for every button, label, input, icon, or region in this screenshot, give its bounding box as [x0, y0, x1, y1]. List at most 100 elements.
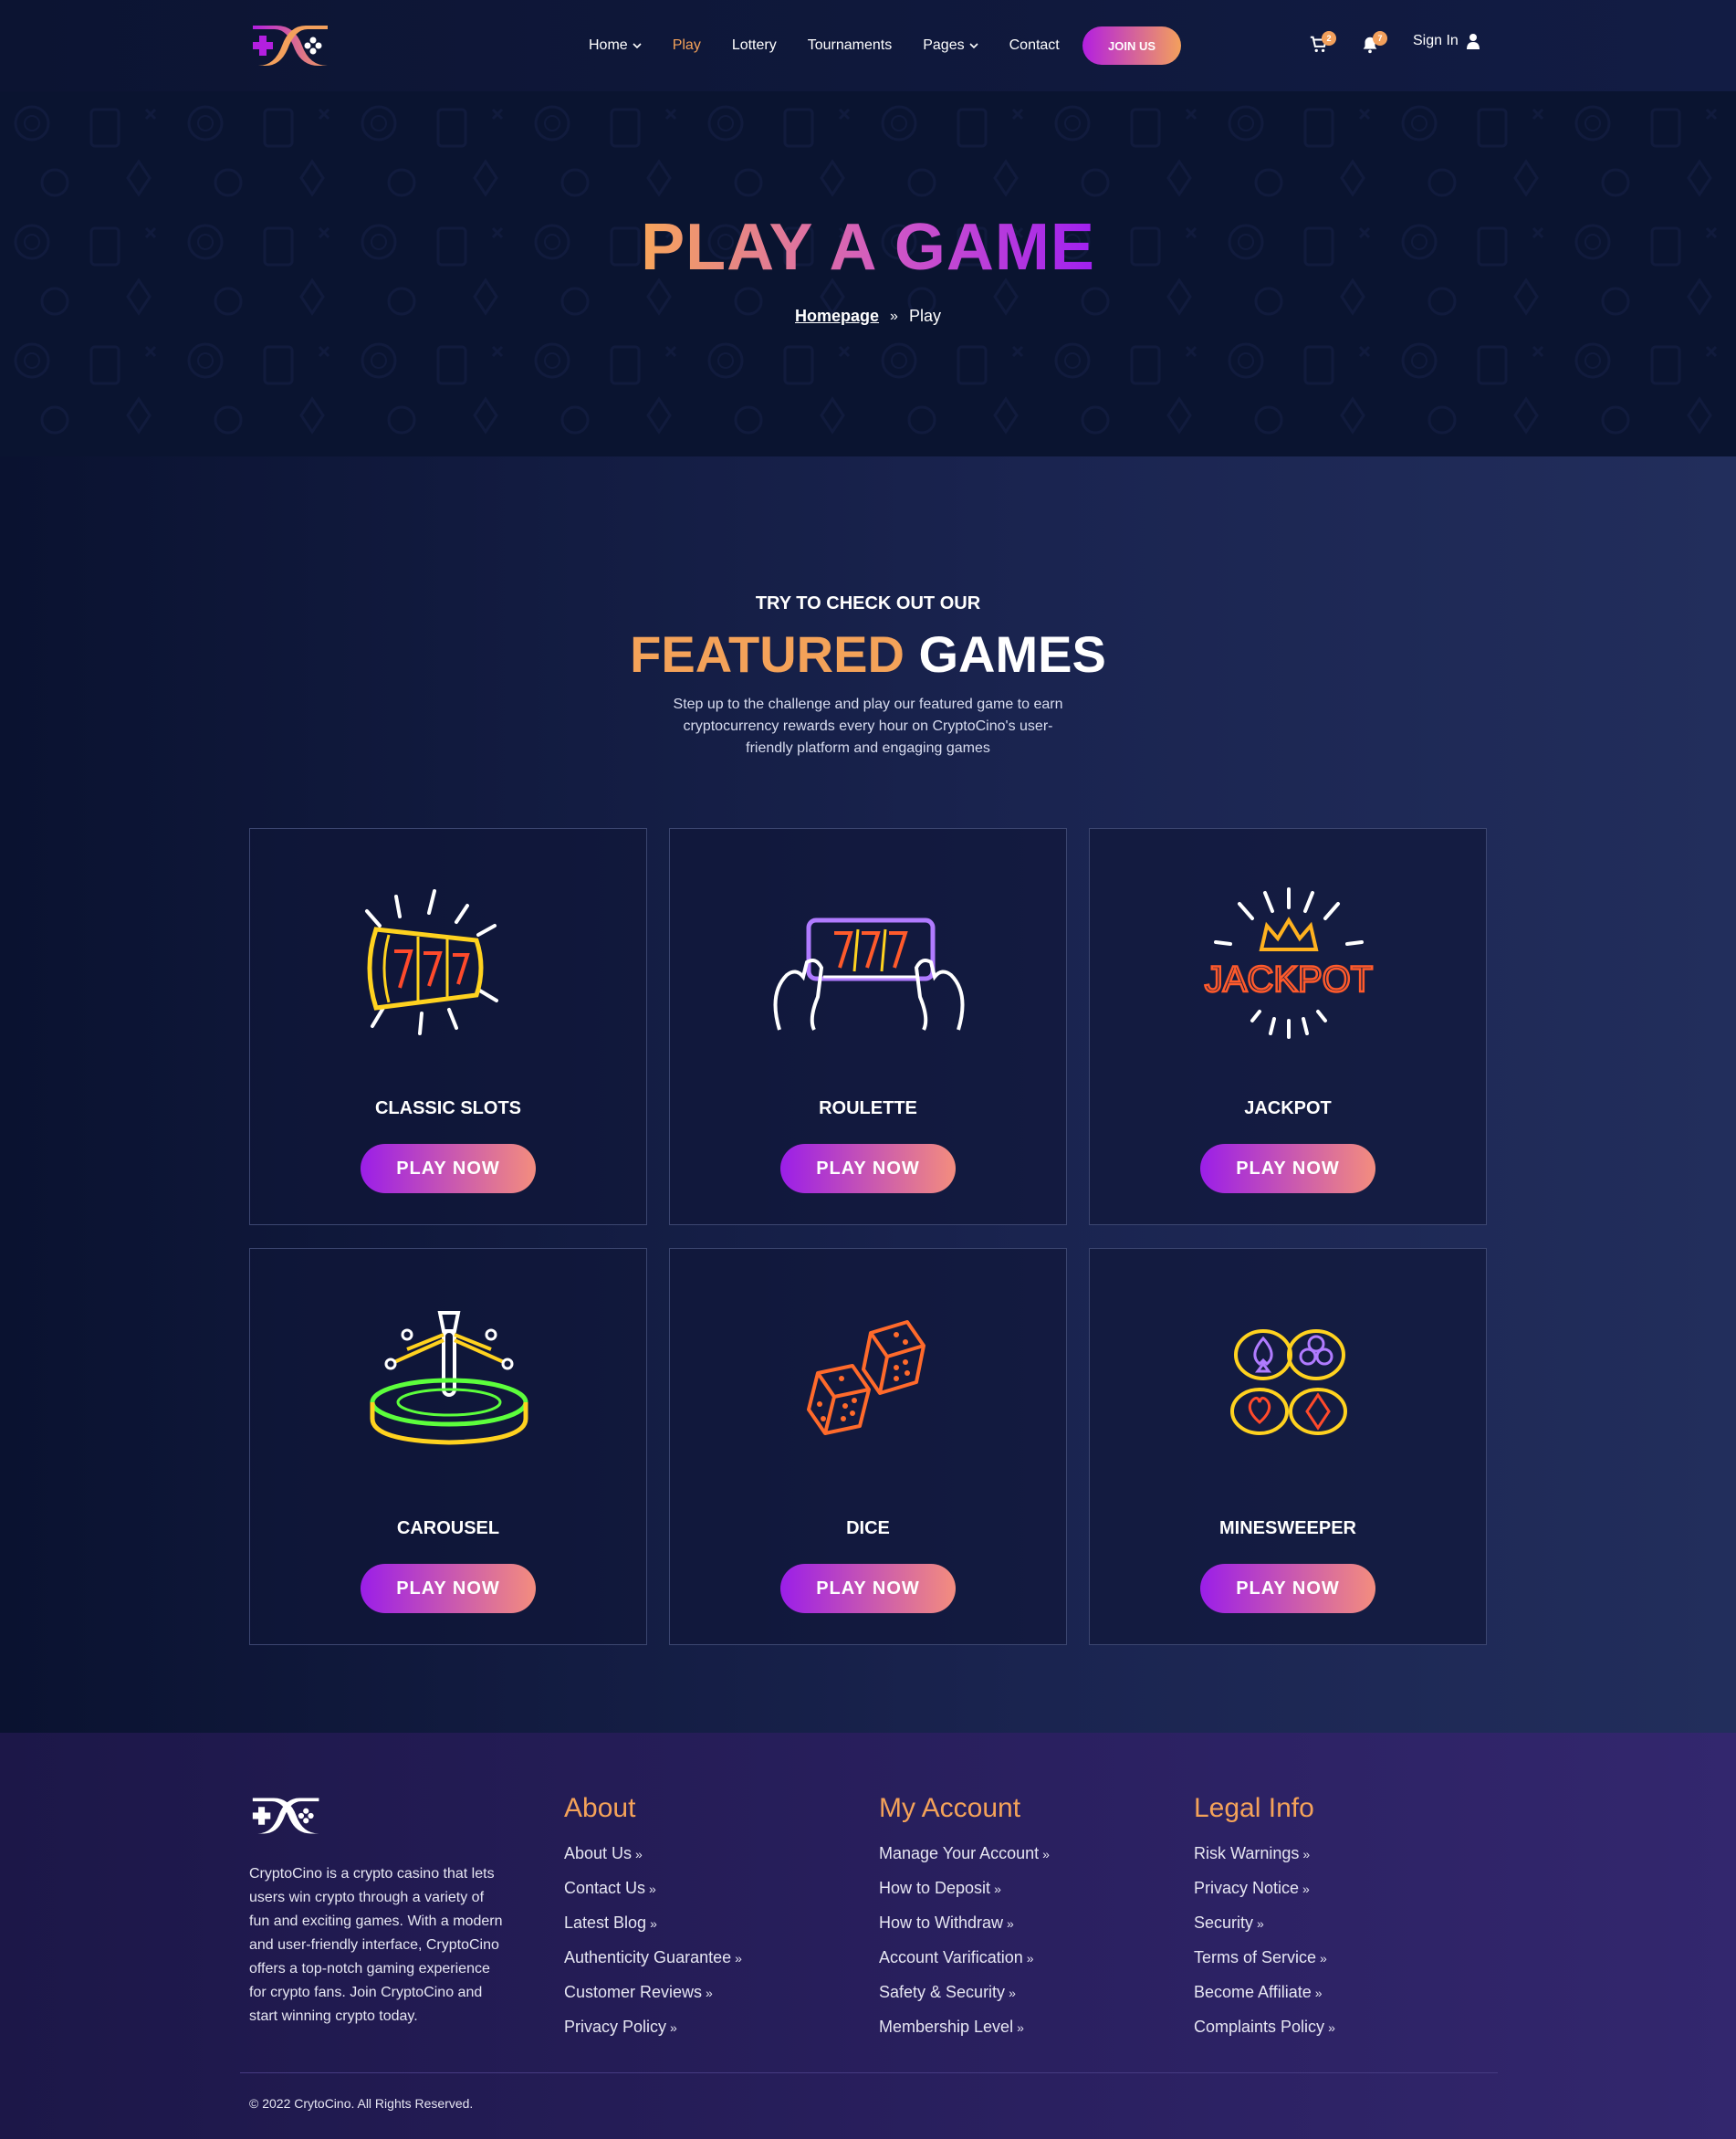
game-card: CAROUSEL PLAY NOW	[249, 1248, 647, 1645]
nav-item-label: Contact	[1009, 37, 1060, 53]
nav-item-label: Lottery	[731, 37, 777, 53]
double-chevron-right-icon: »	[649, 1882, 656, 1896]
site-header: Home Play Lottery Tournaments Pages Contact J…	[0, 0, 1736, 91]
play-now-button[interactable]: PLAY NOW	[780, 1144, 956, 1193]
double-chevron-right-icon: »	[635, 1847, 643, 1861]
nav-item-label: Play	[672, 37, 701, 53]
footer-logo-icon[interactable]	[249, 1795, 324, 1837]
double-chevron-right-icon: »	[1009, 1986, 1016, 2000]
footer-link-label: How to Deposit	[879, 1879, 991, 1897]
game-title: JACKPOT	[1244, 1098, 1332, 1118]
footer-link-label: Become Affiliate	[1194, 1983, 1312, 2001]
footer-link[interactable]: Risk Warnings»	[1194, 1837, 1335, 1872]
card-suit-chips-icon	[1230, 1329, 1347, 1435]
footer-link[interactable]: Manage Your Account»	[879, 1837, 1050, 1872]
footer-link-label: How to Withdraw	[879, 1914, 1004, 1932]
double-chevron-right-icon: »	[1302, 1847, 1311, 1861]
nav-item-pages[interactable]: Pages	[923, 37, 978, 54]
jackpot-crown-icon: JACKPOT	[1204, 887, 1374, 1039]
double-chevron-right-icon: »	[706, 1986, 713, 2000]
double-chevron-right-icon: »	[1314, 1986, 1323, 2000]
chevron-down-icon	[633, 43, 642, 49]
footer-link[interactable]: About Us»	[564, 1837, 742, 1872]
nav-item-play[interactable]: Play	[673, 37, 701, 54]
nav-item-label: Home	[589, 37, 628, 53]
footer-link[interactable]: Privacy Notice»	[1194, 1872, 1335, 1906]
footer-link-label: Terms of Service	[1194, 1948, 1317, 1966]
svg-text:JACKPOT: JACKPOT	[1205, 959, 1373, 1000]
nav-item-lottery[interactable]: Lottery	[732, 37, 777, 54]
footer-link[interactable]: Safety & Security»	[879, 1976, 1050, 2010]
game-card: DICE PLAY NOW	[669, 1248, 1067, 1645]
join-us-button[interactable]: JOIN US	[1082, 26, 1181, 65]
copyright-text: © 2022 CrytoCino. All Rights Reserved.	[249, 2096, 474, 2111]
play-now-button[interactable]: PLAY NOW	[1200, 1144, 1375, 1193]
game-card: JACKPOT JACKPOT PLAY NOW	[1089, 828, 1487, 1225]
cart-count-badge: 2	[1322, 31, 1336, 46]
nav-item-label: Pages	[923, 37, 965, 53]
footer-link[interactable]: How to Deposit»	[879, 1872, 1050, 1906]
footer-link-label: Customer Reviews	[564, 1983, 703, 2001]
slot-reels-icon	[365, 889, 498, 1035]
main-nav: Home Play Lottery Tournaments Pages Contact	[589, 33, 1091, 58]
double-chevron-right-icon: »	[1257, 1916, 1264, 1931]
footer-link[interactable]: Membership Level»	[879, 2010, 1050, 2045]
slot-phone-icon	[773, 917, 965, 1031]
footer-link-label: Safety & Security	[879, 1983, 1006, 2001]
footer-link-label: Contact Us	[564, 1879, 646, 1897]
footer-column-my-account: My Account Manage Your Account» How to De…	[879, 1793, 1050, 2045]
chevron-down-icon	[969, 43, 978, 49]
footer-link[interactable]: Account Varification»	[879, 1941, 1050, 1976]
notification-button[interactable]: 7	[1360, 31, 1387, 57]
footer-link-label: Privacy Notice	[1194, 1879, 1300, 1897]
section-title: FEATURED GAMES	[0, 624, 1736, 684]
footer-link-label: Security	[1194, 1914, 1254, 1932]
game-card: CLASSIC SLOTS PLAY NOW	[249, 828, 647, 1225]
footer-link[interactable]: How to Withdraw»	[879, 1906, 1050, 1941]
footer-link-label: Account Varification	[879, 1948, 1023, 1966]
play-now-button[interactable]: PLAY NOW	[361, 1144, 536, 1193]
play-now-button[interactable]: PLAY NOW	[361, 1564, 536, 1613]
footer-link[interactable]: Latest Blog»	[564, 1906, 742, 1941]
roulette-wheel-icon	[370, 1311, 528, 1445]
footer-link[interactable]: Contact Us»	[564, 1872, 742, 1906]
footer-link-label: Privacy Policy	[564, 2018, 667, 2036]
game-card: MINESWEEPER PLAY NOW	[1089, 1248, 1487, 1645]
nav-item-home[interactable]: Home	[589, 37, 642, 54]
double-chevron-right-icon: »	[1302, 1882, 1310, 1896]
footer-link[interactable]: Become Affiliate»	[1194, 1976, 1335, 2010]
game-title: CAROUSEL	[396, 1518, 500, 1538]
footer-link-label: Risk Warnings	[1194, 1844, 1300, 1862]
double-chevron-right-icon: »	[650, 1916, 657, 1931]
footer-about-text: CryptoCino is a crypto casino that lets …	[249, 1866, 503, 2024]
play-now-button[interactable]: PLAY NOW	[1200, 1564, 1375, 1613]
footer-link[interactable]: Security»	[1194, 1906, 1335, 1941]
section-title-part2: GAMES	[918, 625, 1106, 683]
play-now-button[interactable]: PLAY NOW	[780, 1564, 956, 1613]
game-title: DICE	[846, 1518, 890, 1538]
footer-link[interactable]: Authenticity Guarantee»	[564, 1941, 742, 1976]
notification-count-badge: 7	[1373, 31, 1387, 46]
footer-link-label: Latest Blog	[564, 1914, 647, 1932]
game-title: CLASSIC SLOTS	[374, 1098, 521, 1118]
double-chevron-right-icon: »	[670, 2020, 677, 2035]
footer-link[interactable]: Customer Reviews»	[564, 1976, 742, 2010]
section-eyebrow: TRY TO CHECK OUT OUR	[755, 593, 981, 613]
footer-link-label: Membership Level	[879, 2018, 1014, 2036]
double-chevron-right-icon: »	[1007, 1916, 1014, 1931]
footer-link[interactable]: Terms of Service»	[1194, 1941, 1335, 1976]
cart-button[interactable]: 2	[1309, 31, 1336, 57]
page-hero: PLAY A GAME Homepage » Play	[0, 91, 1736, 456]
section-title-part1: FEATURED	[630, 625, 905, 683]
footer-link[interactable]: Privacy Policy»	[564, 2010, 742, 2045]
logo-icon[interactable]	[249, 22, 333, 69]
footer-link[interactable]: Complaints Policy»	[1194, 2010, 1335, 2045]
double-chevron-right-icon: »	[1320, 1951, 1327, 1966]
game-card: ROULETTE PLAY NOW	[669, 828, 1067, 1225]
nav-item-contact[interactable]: Contact	[1009, 37, 1060, 54]
sign-in-link[interactable]: Sign In	[1413, 33, 1480, 49]
nav-item-tournaments[interactable]: Tournaments	[808, 37, 893, 54]
breadcrumb-home-link[interactable]: Homepage	[795, 307, 879, 326]
double-chevron-right-icon: »	[1017, 2020, 1024, 2035]
featured-games-section: TRY TO CHECK OUT OUR FEATURED GAMES Step…	[0, 456, 1736, 1733]
